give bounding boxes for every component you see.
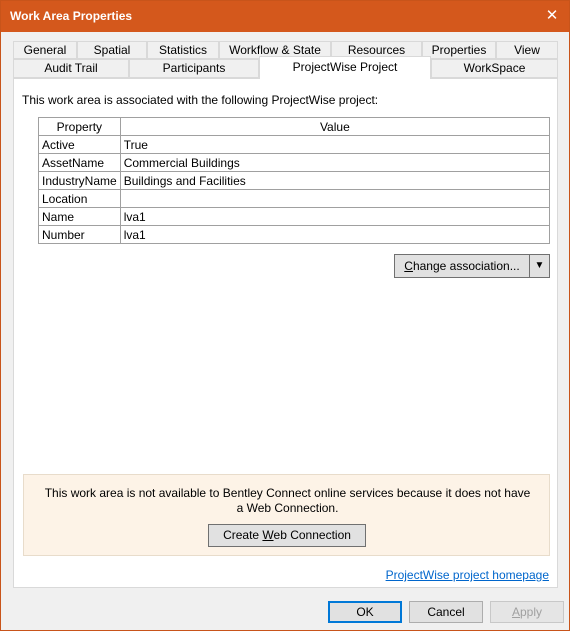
table-row[interactable]: Number lva1 [38, 225, 551, 244]
property-value: lva1 [119, 225, 551, 244]
table-row[interactable]: IndustryName Buildings and Facilities [38, 171, 551, 190]
property-name: Location [38, 189, 121, 208]
chevron-down-icon[interactable]: ▼ [529, 254, 550, 278]
property-value: Commercial Buildings [119, 153, 551, 172]
notice-text: This work area is not available to Bentl… [44, 486, 531, 515]
change-association-label: hange association... [412, 259, 520, 273]
property-name: Number [38, 225, 121, 244]
apply-mnemonic: A [511, 605, 520, 619]
tab-workspace[interactable]: WorkSpace [431, 59, 558, 78]
dialog-title: Work Area Properties [10, 9, 133, 23]
apply-label: pply [520, 605, 543, 619]
tab-view[interactable]: View [496, 41, 558, 59]
table-row[interactable]: Location [38, 189, 551, 208]
table-row[interactable]: Name lva1 [38, 207, 551, 226]
web-connection-label-post: eb Connection [273, 528, 351, 542]
web-connection-label-pre: Create [223, 528, 263, 542]
change-association-button[interactable]: Change association... [394, 254, 530, 278]
tab-participants[interactable]: Participants [129, 59, 259, 78]
property-value: True [119, 135, 551, 154]
work-area-properties-dialog: Work Area Properties ✕ General Spatial S… [0, 0, 570, 631]
table-row[interactable]: AssetName Commercial Buildings [38, 153, 551, 172]
tab-statistics[interactable]: Statistics [147, 41, 219, 59]
close-icon[interactable]: ✕ [535, 1, 569, 31]
projectwise-homepage-link[interactable]: ProjectWise project homepage [386, 568, 549, 582]
association-intro: This work area is associated with the fo… [22, 93, 379, 107]
tab-spatial[interactable]: Spatial [77, 41, 147, 59]
change-association-mnemonic: C [404, 259, 413, 273]
cancel-button[interactable]: Cancel [409, 601, 483, 623]
project-properties-table: Property Value Active True AssetName Com… [38, 117, 551, 244]
column-header-value[interactable]: Value [119, 117, 551, 136]
tab-projectwise-project[interactable]: ProjectWise Project [259, 56, 431, 79]
property-name: Active [38, 135, 121, 154]
apply-button[interactable]: Apply [490, 601, 564, 623]
projectwise-project-panel: This work area is associated with the fo… [13, 78, 558, 588]
web-connection-mnemonic: W [262, 528, 274, 542]
title-bar: Work Area Properties ✕ [1, 1, 569, 32]
column-header-property[interactable]: Property [38, 117, 121, 136]
tab-audit-trail[interactable]: Audit Trail [13, 59, 129, 78]
table-row[interactable]: Active True [38, 135, 551, 154]
property-value: Buildings and Facilities [119, 171, 551, 190]
create-web-connection-button[interactable]: Create Web Connection [208, 524, 366, 547]
tab-general[interactable]: General [13, 41, 77, 59]
web-connection-notice: This work area is not available to Bentl… [23, 474, 550, 556]
table-header-row: Property Value [38, 117, 551, 136]
property-name: IndustryName [38, 171, 121, 190]
property-value [119, 189, 551, 208]
tab-properties[interactable]: Properties [422, 41, 496, 59]
property-value: lva1 [119, 207, 551, 226]
property-name: Name [38, 207, 121, 226]
property-name: AssetName [38, 153, 121, 172]
ok-button[interactable]: OK [328, 601, 402, 623]
